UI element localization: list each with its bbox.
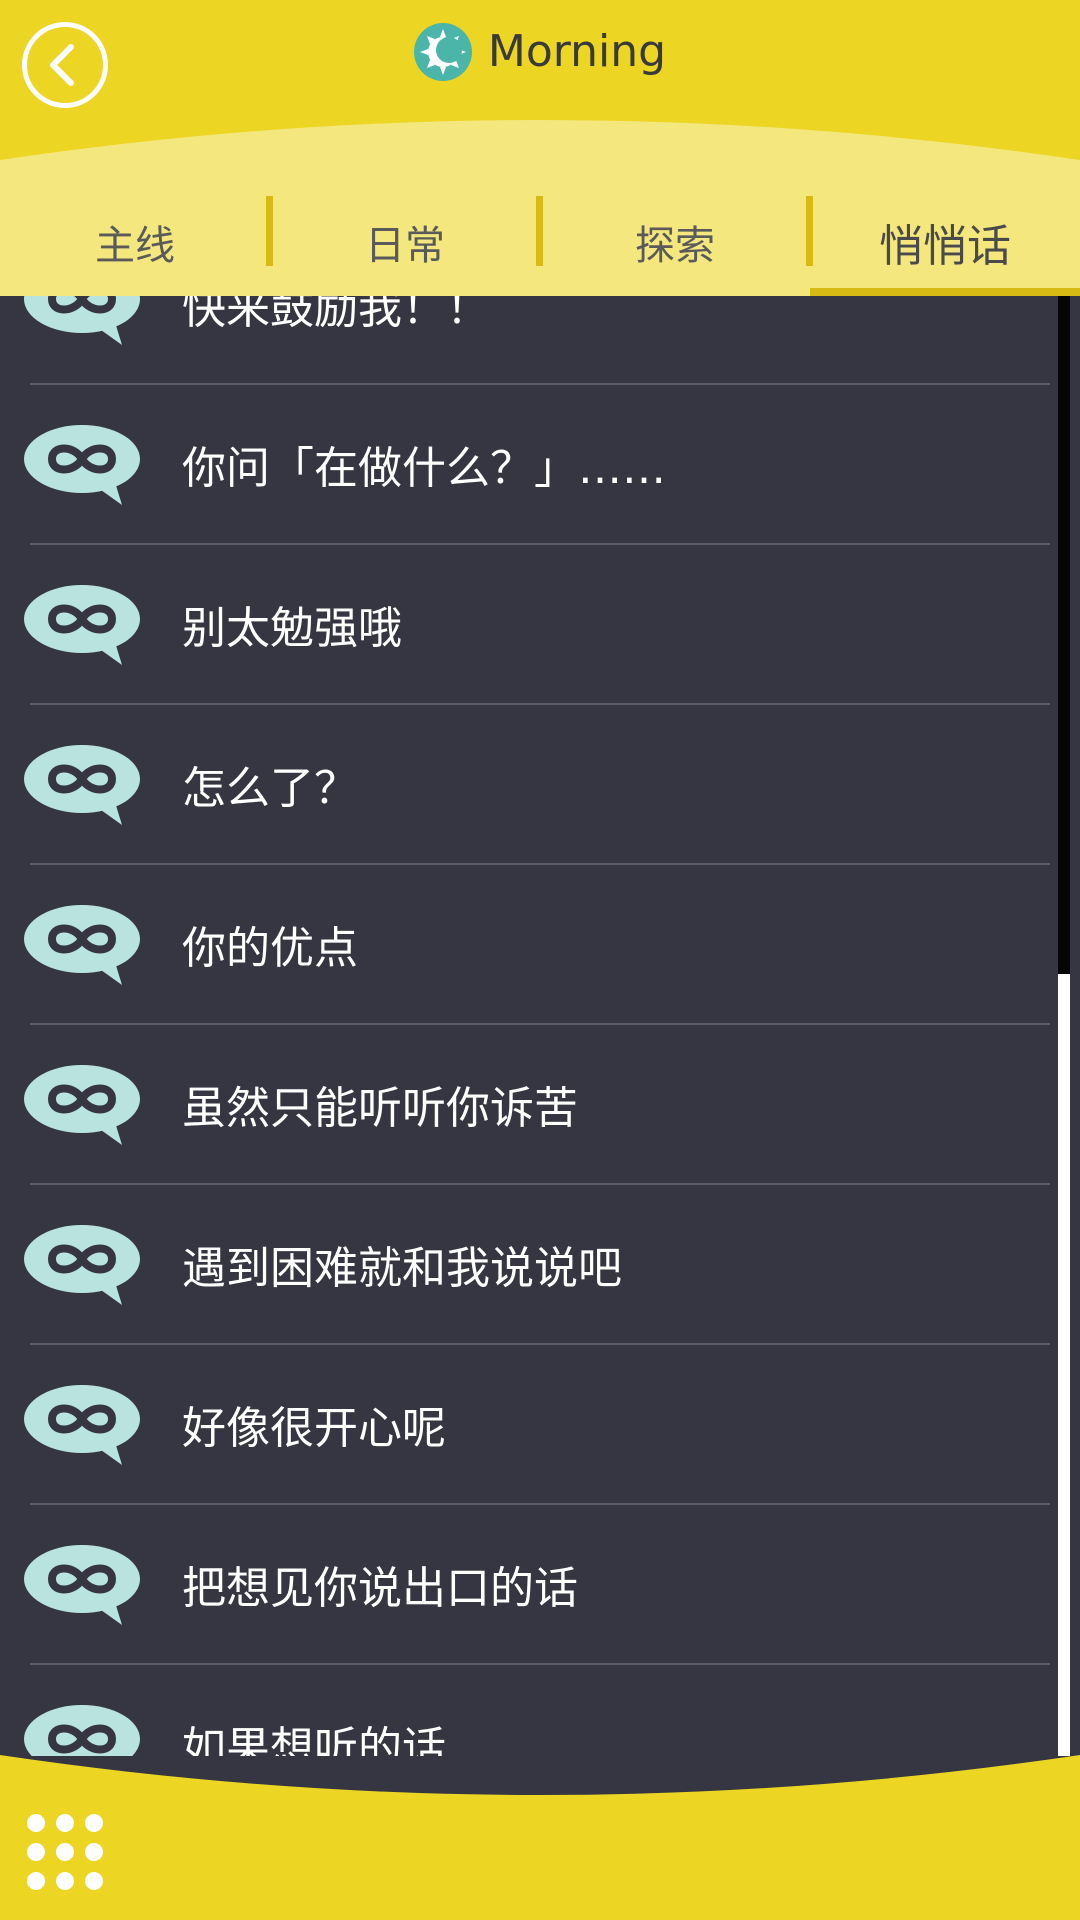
list-item-label: 如果想听的话…… <box>182 1723 534 1756</box>
list-item[interactable]: 别太勉强哦 <box>24 545 1050 705</box>
scrollbar[interactable] <box>1058 296 1070 1756</box>
sun-moon-icon <box>413 23 472 81</box>
tab-daily[interactable]: 日常 <box>270 188 543 296</box>
tab-label: 悄悄话 <box>879 221 1011 272</box>
chat-bubble-infinity-icon <box>24 1545 140 1625</box>
menu-button[interactable] <box>26 1813 104 1891</box>
list-item-label: 好像很开心呢 <box>182 1403 446 1454</box>
list-item[interactable]: 把想见你说出口的话 <box>24 1505 1050 1665</box>
tab-label: 主线 <box>95 223 175 269</box>
list-item-label: 别太勉强哦 <box>182 603 402 654</box>
list-item[interactable]: 如果想听的话…… <box>24 1665 1050 1756</box>
scrollbar-thumb[interactable] <box>1058 296 1070 974</box>
footer-background <box>0 1755 1080 1920</box>
tab-main-story[interactable]: 主线 <box>0 188 273 296</box>
active-tab-indicator <box>810 288 1080 296</box>
title-bar: Morning <box>0 18 1080 86</box>
chat-bubble-infinity-icon <box>24 425 140 505</box>
tab-label: 日常 <box>365 223 445 269</box>
page-title: Morning <box>487 26 667 77</box>
list-item-label: 遇到困难就和我说说吧 <box>182 1243 622 1294</box>
list-item[interactable]: 你的优点 <box>24 865 1050 1025</box>
chat-bubble-infinity-icon <box>24 1705 140 1756</box>
list-item[interactable]: 好像很开心呢 <box>24 1345 1050 1505</box>
list-item[interactable]: 虽然只能听听你诉苦 <box>24 1025 1050 1185</box>
list-item-label: 你的优点 <box>182 923 358 974</box>
grid-menu-icon <box>27 1814 103 1890</box>
list-item[interactable]: 你问「在做什么？」…… <box>24 385 1050 545</box>
list-item-label: 快来鼓励我！！ <box>182 296 490 334</box>
chat-bubble-infinity-icon <box>24 905 140 985</box>
chat-bubble-infinity-icon <box>24 1065 140 1145</box>
list-content: 快来鼓励我！！ 你问「在做什么？」…… 别太勉强哦怎么了？ 你的优点虽然只能听听你诉苦… <box>0 296 1058 1756</box>
chat-bubble-infinity-icon <box>24 296 140 345</box>
whisper-list[interactable]: 快来鼓励我！！ 你问「在做什么？」…… 别太勉强哦怎么了？ 你的优点虽然只能听听你诉苦… <box>0 296 1058 1756</box>
tab-whisper[interactable]: 悄悄话 <box>810 188 1080 296</box>
list-item-label: 虽然只能听听你诉苦 <box>182 1083 578 1134</box>
chat-bubble-infinity-icon <box>24 745 140 825</box>
list-item[interactable]: 快来鼓励我！！ <box>24 296 1050 385</box>
list-item[interactable]: 怎么了？ <box>24 705 1050 865</box>
chat-bubble-infinity-icon <box>24 1385 140 1465</box>
header: Morning 主线 日常 探索 悄悄话 <box>0 0 1080 296</box>
tab-label: 探索 <box>635 223 715 269</box>
chat-bubble-infinity-icon <box>24 1225 140 1305</box>
chat-bubble-infinity-icon <box>24 585 140 665</box>
tab-bar: 主线 日常 探索 悄悄话 <box>0 188 1080 296</box>
footer <box>0 1755 1080 1920</box>
list-item-label: 把想见你说出口的话 <box>182 1563 578 1614</box>
list-item-label: 怎么了？ <box>182 763 358 814</box>
list-item[interactable]: 遇到困难就和我说说吧 <box>24 1185 1050 1345</box>
list-item-label: 你问「在做什么？」…… <box>182 443 666 494</box>
tab-explore[interactable]: 探索 <box>540 188 813 296</box>
